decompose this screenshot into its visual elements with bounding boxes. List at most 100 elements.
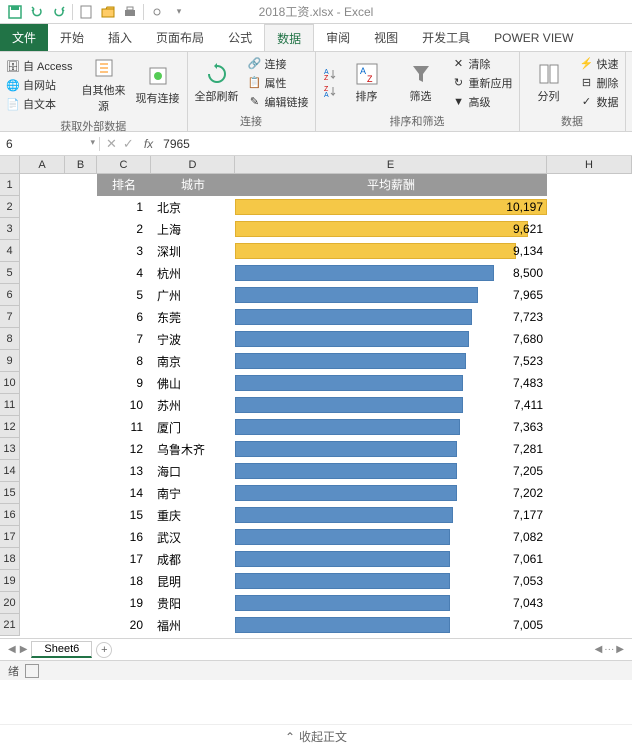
formula-input[interactable]: 7965 [157,137,632,151]
redo-icon[interactable] [49,2,69,22]
tab-powerview[interactable]: POWER VIEW [482,24,585,51]
existing-conn-button[interactable]: 现有连接 [133,62,183,108]
fx-icon[interactable]: fx [140,137,157,151]
table-row[interactable]: 3 深圳 9,134 [20,240,632,262]
open-icon[interactable] [98,2,118,22]
row-header[interactable]: 5 [0,262,20,284]
from-access-button[interactable]: 🗄自 Access [4,57,75,75]
refresh-all-button[interactable]: 全部刷新 [192,60,242,106]
col-header[interactable]: D [151,156,235,173]
table-row[interactable]: 1 北京 10,197 [20,196,632,218]
table-row[interactable]: 12 乌鲁木齐 7,281 [20,438,632,460]
table-row[interactable]: 11 厦门 7,363 [20,416,632,438]
row-header[interactable]: 12 [0,416,20,438]
table-row[interactable]: 13 海口 7,205 [20,460,632,482]
row-header[interactable]: 3 [0,218,20,240]
row-header[interactable]: 18 [0,548,20,570]
more-icon[interactable]: ▾ [169,2,189,22]
sheet-nav-next-icon[interactable]: ▶ [20,644,28,655]
table-row[interactable]: 9 佛山 7,483 [20,372,632,394]
row-header[interactable]: 19 [0,570,20,592]
table-row[interactable]: 14 南宁 7,202 [20,482,632,504]
col-header[interactable]: C [97,156,151,173]
scroll-left-icon[interactable]: ◀ [595,644,603,655]
table-row[interactable]: 2 上海 9,621 [20,218,632,240]
edit-links-button[interactable]: ✎编辑链接 [246,93,311,111]
properties-button[interactable]: 📋属性 [246,74,311,92]
advanced-filter-button[interactable]: ▼高级 [450,93,515,111]
sheet-nav-prev-icon[interactable]: ◀ [8,644,16,655]
name-box[interactable]: 6 [0,137,100,151]
tab-view[interactable]: 视图 [362,24,410,51]
scroll-right-icon[interactable]: ▶ [616,644,624,655]
table-row[interactable]: 10 苏州 7,411 [20,394,632,416]
touch-mode-icon[interactable] [147,2,167,22]
table-row[interactable]: 16 武汉 7,082 [20,526,632,548]
col-header[interactable]: A [20,156,65,173]
table-row[interactable]: 7 宁波 7,680 [20,328,632,350]
remove-dup-button[interactable]: ⊟删除 [578,74,621,92]
col-header[interactable]: B [65,156,97,173]
accept-formula-icon[interactable]: ✓ [123,136,134,152]
row-header[interactable]: 17 [0,526,20,548]
table-row[interactable]: 18 昆明 7,053 [20,570,632,592]
row-header[interactable]: 2 [0,196,20,218]
row-header[interactable]: 4 [0,240,20,262]
macro-record-icon[interactable] [25,664,39,678]
table-row[interactable]: 15 重庆 7,177 [20,504,632,526]
row-header[interactable]: 21 [0,614,20,636]
text-to-columns-button[interactable]: 分列 [524,60,574,106]
select-all-corner[interactable] [0,156,20,173]
tab-insert[interactable]: 插入 [96,24,144,51]
add-sheet-button[interactable]: + [96,642,112,658]
sheet-tab[interactable]: Sheet6 [31,641,92,658]
row-header[interactable]: 7 [0,306,20,328]
filter-button[interactable]: 筛选 [396,60,446,106]
tab-home[interactable]: 开始 [48,24,96,51]
save-icon[interactable] [5,2,25,22]
table-row[interactable]: 5 广州 7,965 [20,284,632,306]
footer-bar[interactable]: ⌃ 收起正文 [0,724,632,748]
row-header[interactable]: 1 [0,174,20,196]
row-header[interactable]: 13 [0,438,20,460]
table-row[interactable]: 20 福州 7,005 [20,614,632,636]
row-header[interactable]: 15 [0,482,20,504]
row-header[interactable]: 11 [0,394,20,416]
col-header[interactable]: E [235,156,547,173]
new-icon[interactable] [76,2,96,22]
tab-dev[interactable]: 开发工具 [410,24,482,51]
quickprint-icon[interactable] [120,2,140,22]
clear-filter-button[interactable]: ✕清除 [450,55,515,73]
tab-formulas[interactable]: 公式 [216,24,264,51]
cancel-formula-icon[interactable]: ✕ [106,136,117,152]
table-row[interactable]: 8 南京 7,523 [20,350,632,372]
col-header[interactable]: H [547,156,632,173]
table-row[interactable]: 4 杭州 8,500 [20,262,632,284]
row-header[interactable]: 16 [0,504,20,526]
from-web-button[interactable]: 🌐自网站 [4,76,75,94]
tab-data[interactable]: 数据 [264,24,314,51]
table-row[interactable]: 19 贵阳 7,043 [20,592,632,614]
connections-button[interactable]: 🔗连接 [246,55,311,73]
row-header[interactable]: 10 [0,372,20,394]
table-row[interactable]: 17 成都 7,061 [20,548,632,570]
sort-button[interactable]: AZ排序 [342,60,392,106]
reapply-button[interactable]: ↻重新应用 [450,74,515,92]
tab-file[interactable]: 文件 [0,24,48,51]
row-header[interactable]: 6 [0,284,20,306]
row-header[interactable]: 14 [0,460,20,482]
row-header[interactable]: 8 [0,328,20,350]
row-header[interactable]: 9 [0,350,20,372]
cells[interactable]: 排名 城市 平均薪酬 1 北京 10,197 2 上海 9,621 3 深圳 9… [20,174,632,636]
tab-review[interactable]: 审阅 [314,24,362,51]
sort-asc-button[interactable]: AZ [320,66,338,82]
flash-fill-button[interactable]: ⚡快速 [578,55,621,73]
table-row[interactable]: 6 东莞 7,723 [20,306,632,328]
from-other-button[interactable]: 自其他来源 [79,54,129,116]
data-validation-button[interactable]: ✓数据 [578,93,621,111]
undo-icon[interactable] [27,2,47,22]
sort-desc-button[interactable]: ZA [320,83,338,99]
from-text-button[interactable]: 📄自文本 [4,95,75,113]
row-header[interactable]: 20 [0,592,20,614]
tab-layout[interactable]: 页面布局 [144,24,216,51]
